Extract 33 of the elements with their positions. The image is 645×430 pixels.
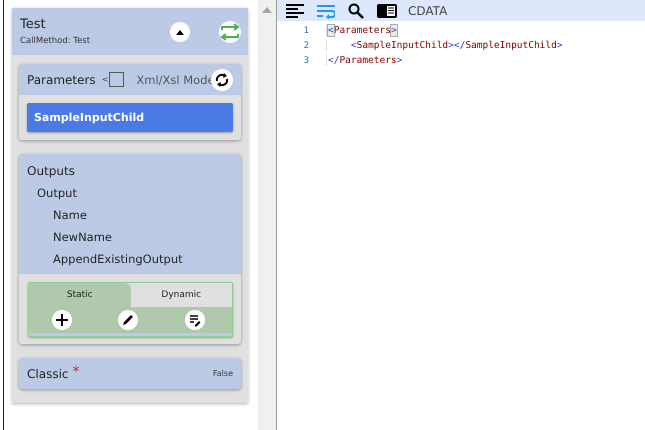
caret-icon [175, 28, 185, 36]
method-subtitle: CallMethod: Test [20, 36, 92, 46]
tab[interactable]: Static [29, 283, 130, 307]
outputs-title: Outputs [27, 164, 76, 178]
code-line: </Parameters> [326, 55, 402, 66]
parameters-title: Parameters [27, 72, 96, 86]
refresh-icon[interactable] [210, 68, 233, 90]
code-line: <SampleInputChild></SampleInputChild> [326, 40, 563, 51]
tree-item[interactable]: AppendExistingOutput [27, 252, 233, 266]
code-line: <Parameters> [326, 25, 397, 36]
classic-label: Classic [27, 366, 69, 380]
parameter-item[interactable]: SampleInputChild [27, 103, 233, 132]
tree-item[interactable]: NewName [27, 230, 233, 244]
list-edit-icon[interactable] [184, 310, 205, 330]
checkbox[interactable] [109, 72, 124, 87]
wrap-icon[interactable] [317, 2, 335, 18]
classic-value: False [212, 369, 233, 378]
edit-icon[interactable] [118, 310, 138, 330]
line-number: 3 [302, 56, 310, 66]
collapse-button[interactable] [170, 22, 190, 42]
line-number: 1 [302, 26, 310, 36]
panel-icon[interactable] [377, 2, 397, 18]
tree-item[interactable]: Output [27, 186, 233, 200]
method-title: Test [20, 17, 47, 32]
search-icon[interactable] [348, 2, 364, 18]
required-mark: * [72, 364, 80, 380]
add-icon[interactable] [52, 310, 72, 330]
align-icon[interactable] [286, 2, 304, 18]
toggle-mark: < [102, 75, 108, 84]
tree-item[interactable]: Name [27, 208, 233, 222]
cdata-button[interactable]: CDATA [408, 4, 448, 18]
sync-icon[interactable] [218, 20, 242, 42]
line-number: 2 [302, 40, 310, 50]
